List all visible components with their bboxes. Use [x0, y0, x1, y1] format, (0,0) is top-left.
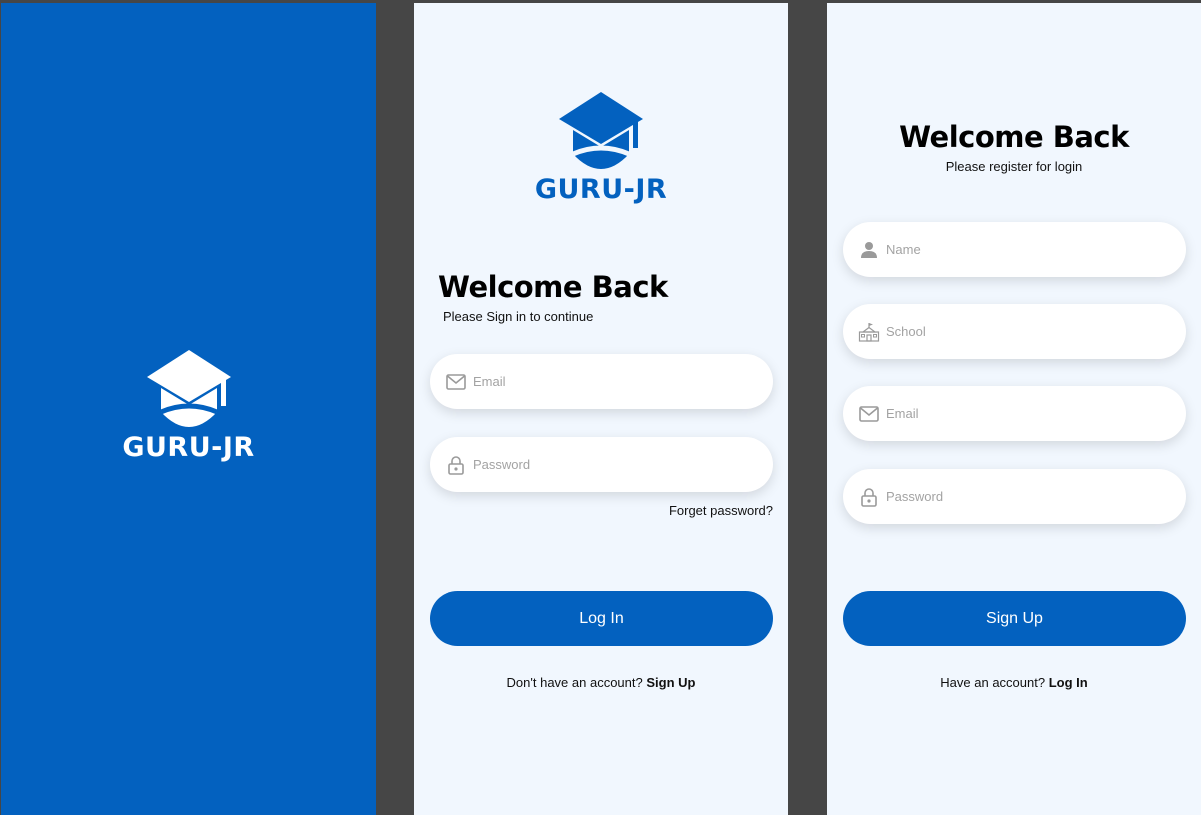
signup-email-field[interactable] — [843, 386, 1186, 441]
signup-link[interactable]: Sign Up — [646, 675, 695, 690]
school-input[interactable] — [886, 324, 1146, 339]
forgot-password-link[interactable]: Forget password? — [669, 503, 773, 518]
email-input[interactable] — [473, 374, 733, 389]
signup-screen: Welcome Back Please register for login S… — [827, 3, 1201, 815]
email-input[interactable] — [886, 406, 1146, 421]
signup-school-field[interactable] — [843, 304, 1186, 359]
login-footer: Don't have an account? Sign Up — [414, 675, 788, 690]
password-input[interactable] — [886, 489, 1146, 504]
lock-icon — [445, 454, 467, 476]
login-link[interactable]: Log In — [1049, 675, 1088, 690]
name-input[interactable] — [886, 242, 1146, 257]
login-password-field[interactable] — [430, 437, 773, 492]
login-email-field[interactable] — [430, 354, 773, 409]
login-brand-name: GURU-JR — [534, 174, 668, 205]
signup-password-field[interactable] — [843, 469, 1186, 524]
mail-icon — [445, 371, 467, 393]
user-icon — [858, 239, 880, 261]
password-input[interactable] — [473, 457, 733, 472]
mail-icon — [858, 403, 880, 425]
login-logo: GURU-JR — [414, 92, 788, 205]
splash-screen: GURU-JR — [1, 3, 376, 815]
signup-subtitle: Please register for login — [945, 159, 1083, 174]
login-title: Welcome Back — [438, 270, 668, 304]
signup-footer: Have an account? Log In — [827, 675, 1201, 690]
graduation-cap-icon — [559, 92, 643, 169]
signup-button[interactable]: Sign Up — [843, 591, 1186, 646]
login-screen: GURU-JR Welcome Back Please Sign in to c… — [414, 3, 788, 815]
lock-icon — [858, 486, 880, 508]
signup-name-field[interactable] — [843, 222, 1186, 277]
splash-logo: GURU-JR — [1, 350, 376, 463]
signup-footer-prompt: Have an account? — [940, 675, 1049, 690]
login-button[interactable]: Log In — [430, 591, 773, 646]
school-icon — [858, 321, 880, 343]
splash-brand-name: GURU-JR — [122, 432, 255, 463]
graduation-cap-icon — [146, 350, 231, 427]
login-subtitle: Please Sign in to continue — [443, 309, 594, 324]
signup-title: Welcome Back — [899, 120, 1129, 154]
login-footer-prompt: Don't have an account? — [506, 675, 647, 690]
